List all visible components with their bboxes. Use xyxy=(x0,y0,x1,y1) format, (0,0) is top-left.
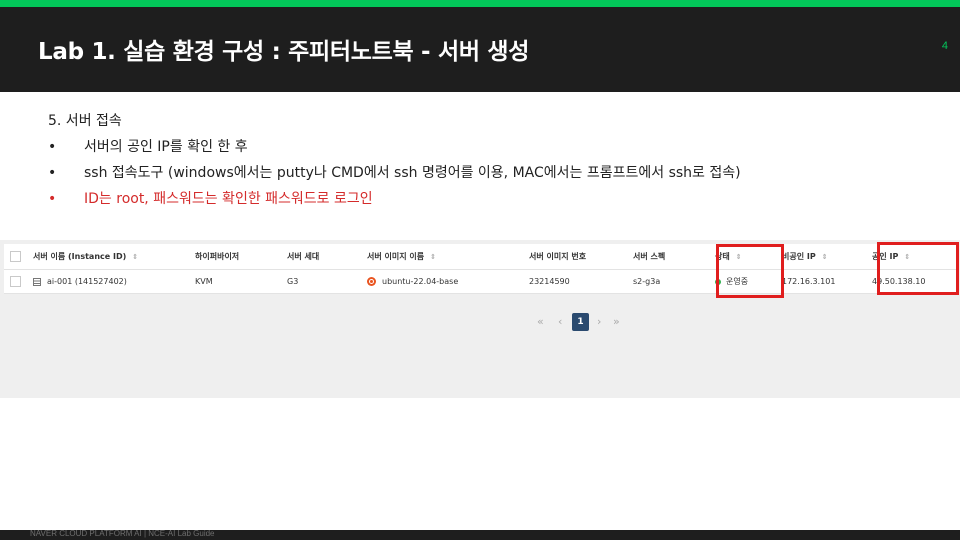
cell-image-name: ubuntu-22.04-base xyxy=(361,269,523,294)
bullet-item: • ssh 접속도구 (windows에서는 putty나 CMD에서 ssh … xyxy=(48,160,928,186)
server-icon xyxy=(33,277,41,286)
bullet-marker: • xyxy=(48,191,57,207)
last-page-button[interactable]: » xyxy=(613,313,620,331)
column-header-private-ip[interactable]: 비공인 IP ⇕ xyxy=(776,244,866,270)
table-row[interactable]: ai-001 (141527402) KVM G3 ubuntu-22.04-b… xyxy=(4,269,956,294)
column-header-hypervisor: 하이퍼바이저 xyxy=(189,244,281,270)
slide-footer: NAVER CLOUD PLATFORM AI | NCE-AI Lab Gui… xyxy=(0,529,960,540)
current-page-button[interactable]: 1 xyxy=(572,313,589,331)
column-header-image-number: 서버 이미지 번호 xyxy=(523,244,627,270)
instructions: 5. 서버 접속 • 서버의 공인 IP를 확인 한 후 • ssh 접속도구 … xyxy=(48,108,928,212)
server-table: 서버 이름 (Instance ID) ⇕ 하이퍼바이저 서버 세대 서버 이미지… xyxy=(4,244,956,294)
next-page-button[interactable]: › xyxy=(597,313,601,331)
cell-generation: G3 xyxy=(281,269,361,294)
sort-icon[interactable]: ⇕ xyxy=(822,253,828,261)
footer-text: NAVER CLOUD PLATFORM AI | NCE-AI Lab Gui… xyxy=(30,529,215,538)
slide-title: Lab 1. 실습 환경 구성 : 주피터노트북 - 서버 생성 xyxy=(38,39,530,65)
status-highlight-box xyxy=(716,244,784,298)
bullet-item: • ID는 root, 패스워드는 확인한 패스워드로 로그인 xyxy=(48,186,928,212)
cell-name[interactable]: ai-001 (141527402) xyxy=(27,269,189,294)
row-select-cell xyxy=(4,269,27,294)
row-checkbox[interactable] xyxy=(10,276,21,287)
ubuntu-icon xyxy=(367,277,376,286)
step-heading: 5. 서버 접속 xyxy=(48,113,122,129)
bullet-text: ID는 root, 패스워드는 확인한 패스워드로 로그인 xyxy=(84,191,373,207)
cell-image-number: 23214590 xyxy=(523,269,627,294)
bullet-text: 서버의 공인 IP를 확인 한 후 xyxy=(84,139,248,155)
slide-header: Lab 1. 실습 환경 구성 : 주피터노트북 - 서버 생성 4 xyxy=(0,7,960,92)
select-all-cell xyxy=(4,244,27,270)
cell-spec: s2-g3a xyxy=(627,269,709,294)
bullet-item: • 서버의 공인 IP를 확인 한 후 xyxy=(48,134,928,160)
bullet-marker: • xyxy=(48,139,57,155)
bullet-text: ssh 접속도구 (windows에서는 putty나 CMD에서 ssh 명령… xyxy=(84,165,741,181)
accent-bar xyxy=(0,0,960,7)
cell-hypervisor: KVM xyxy=(189,269,281,294)
cell-private-ip: 172.16.3.101 xyxy=(776,269,866,294)
server-console-screenshot: 서버 이름 (Instance ID) ⇕ 하이퍼바이저 서버 세대 서버 이미지… xyxy=(0,240,960,398)
prev-page-button[interactable]: ‹ xyxy=(558,313,562,331)
page-number: 4 xyxy=(941,40,948,52)
column-header-spec: 서버 스펙 xyxy=(627,244,709,270)
column-header-generation: 서버 세대 xyxy=(281,244,361,270)
select-all-checkbox[interactable] xyxy=(10,251,21,262)
bullet-marker: • xyxy=(48,165,57,181)
public-ip-highlight-box xyxy=(877,242,959,295)
sort-icon[interactable]: ⇕ xyxy=(132,253,138,261)
first-page-button[interactable]: « xyxy=(537,313,544,331)
table-header-row: 서버 이름 (Instance ID) ⇕ 하이퍼바이저 서버 세대 서버 이미지… xyxy=(4,244,956,270)
column-header-name[interactable]: 서버 이름 (Instance ID) ⇕ xyxy=(27,244,189,270)
column-header-image-name[interactable]: 서버 이미지 이름 ⇕ xyxy=(361,244,523,270)
sort-icon[interactable]: ⇕ xyxy=(430,253,436,261)
